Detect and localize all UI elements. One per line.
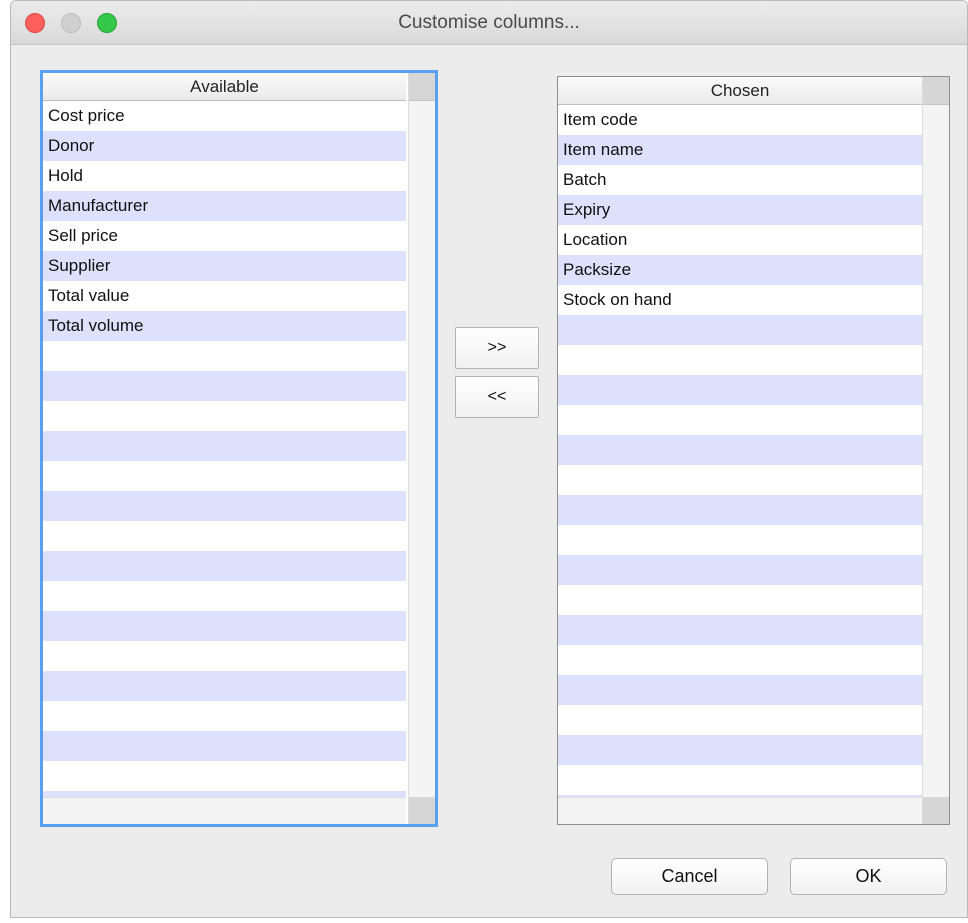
empty-list-row [558,615,922,645]
list-item[interactable]: Stock on hand [558,285,922,315]
list-item[interactable]: Sell price [43,221,406,251]
empty-list-row [558,705,922,735]
list-item[interactable]: Batch [558,165,922,195]
empty-list-row [558,495,922,525]
empty-list-row [558,375,922,405]
available-rows: Cost price Donor Hold Manufacturer Sell pric… [43,101,406,797]
chosen-columns-list[interactable]: Chosen Item code Item name Batch Expiry Loca… [557,76,950,825]
ok-button[interactable]: OK [790,858,947,895]
list-item[interactable]: Total volume [43,311,406,341]
empty-list-row [558,645,922,675]
title-bar: Customise columns... [11,1,967,45]
empty-list-row [43,611,406,641]
customise-columns-dialog: Customise columns... Available Cost pric… [10,0,968,918]
empty-list-row [43,371,406,401]
cancel-button[interactable]: Cancel [611,858,768,895]
list-item[interactable]: Location [558,225,922,255]
list-item[interactable]: Manufacturer [43,191,406,221]
empty-list-row [43,551,406,581]
empty-list-row [558,675,922,705]
empty-list-row [558,345,922,375]
list-item[interactable]: Expiry [558,195,922,225]
empty-list-row [558,435,922,465]
list-item[interactable]: Packsize [558,255,922,285]
available-scrollbar-corner-top [409,73,435,101]
empty-list-row [43,431,406,461]
available-header[interactable]: Available [43,73,406,101]
empty-list-row [43,491,406,521]
empty-list-row [43,401,406,431]
add-column-button[interactable]: >> [455,327,539,369]
empty-list-row [43,461,406,491]
list-item[interactable]: Donor [43,131,406,161]
empty-list-row [558,465,922,495]
chosen-vertical-scrollbar[interactable] [922,77,949,824]
empty-list-row [558,405,922,435]
chosen-scrollbar-corner-bottom [923,797,949,824]
chosen-scrollbar-corner-top [923,77,949,105]
empty-list-row [43,581,406,611]
list-item[interactable]: Supplier [43,251,406,281]
empty-list-row [558,525,922,555]
empty-list-row [43,761,406,791]
empty-list-row [43,521,406,551]
chosen-header[interactable]: Chosen [558,77,922,105]
empty-list-row [558,765,922,795]
empty-list-row [558,585,922,615]
empty-list-row [43,701,406,731]
empty-list-row [558,315,922,345]
window-title: Customise columns... [398,12,580,33]
available-vertical-scrollbar[interactable] [408,73,435,824]
available-columns-list[interactable]: Available Cost price Donor Hold Manufacture… [40,70,438,827]
list-item[interactable]: Item name [558,135,922,165]
available-horizontal-scrollbar[interactable] [43,797,406,824]
chosen-horizontal-scrollbar[interactable] [558,797,922,824]
empty-list-row [43,341,406,371]
empty-list-row [558,555,922,585]
list-item[interactable]: Cost price [43,101,406,131]
remove-column-button[interactable]: << [455,376,539,418]
available-scrollbar-corner-bottom [409,797,435,824]
empty-list-row [43,671,406,701]
list-item[interactable]: Item code [558,105,922,135]
empty-list-row [43,641,406,671]
empty-list-row [558,735,922,765]
empty-list-row [43,731,406,761]
list-item[interactable]: Hold [43,161,406,191]
list-item[interactable]: Total value [43,281,406,311]
chosen-rows: Item code Item name Batch Expiry Location Pac… [558,105,922,797]
